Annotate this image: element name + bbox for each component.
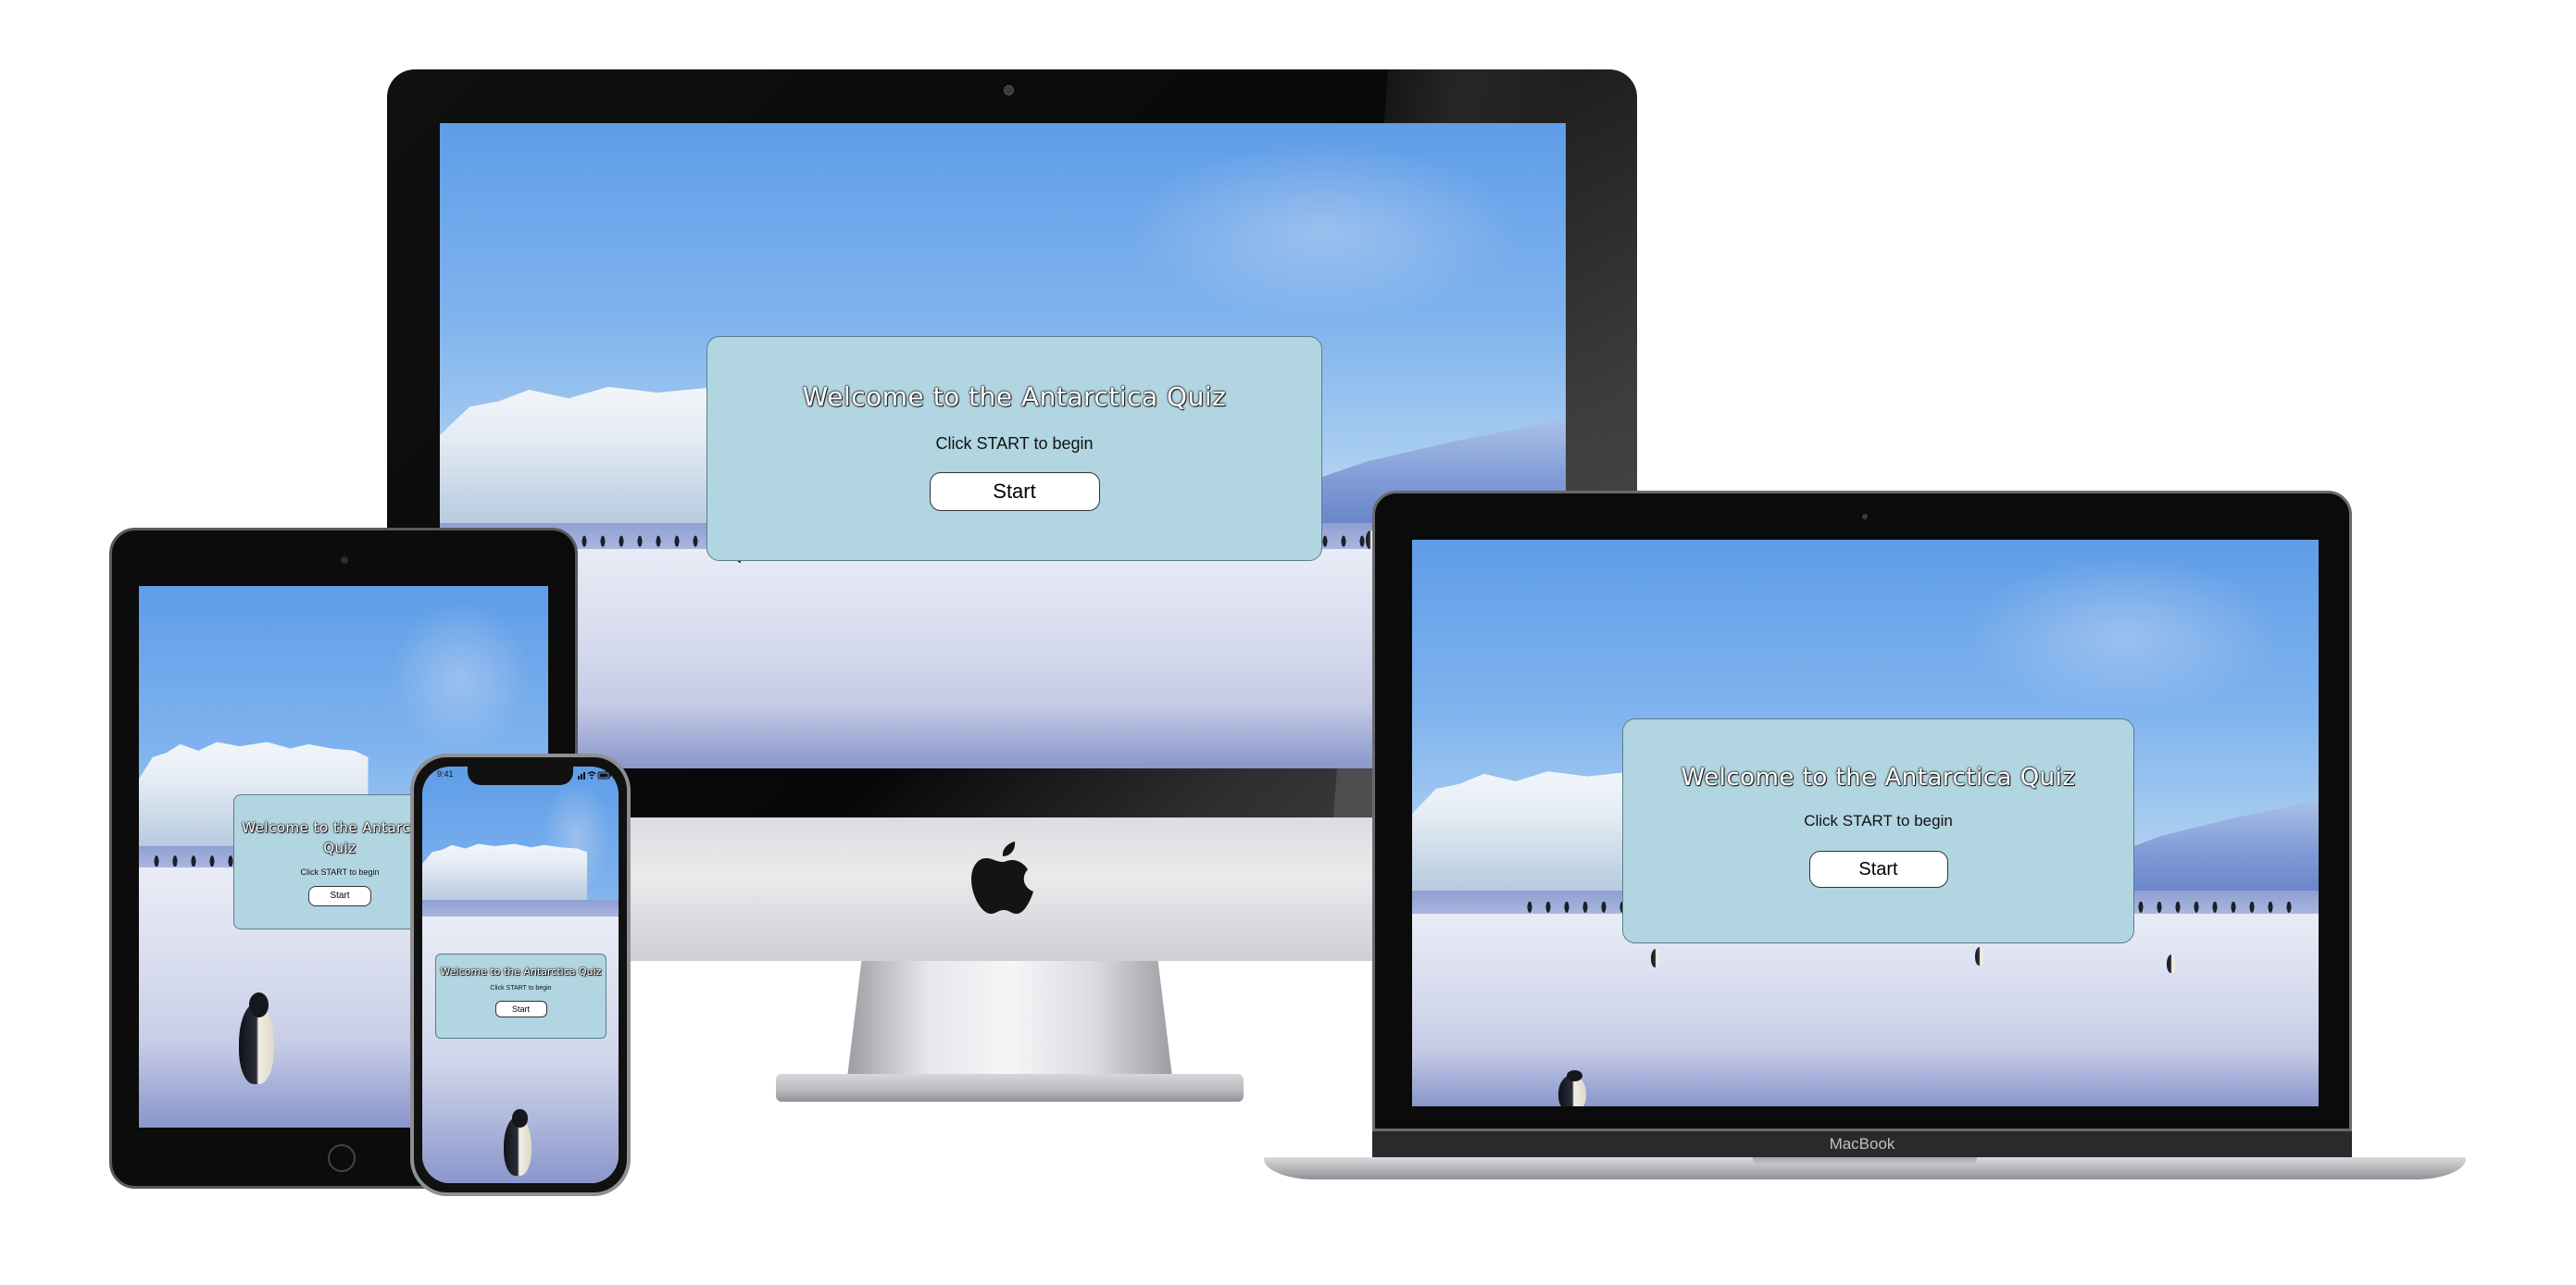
quiz-subtitle: Click START to begin [1804,812,1953,830]
signal-icon [578,772,585,780]
responsive-device-mockup: Welcome to the Antarctica Quiz Click STA… [0,0,2576,1285]
quiz-title-line1: Welcome to the Antarctica [242,819,438,836]
macbook-notch [1753,1157,1977,1166]
quiz-subtitle: Click START to begin [935,434,1094,453]
imac-camera [1004,85,1014,95]
iphone-status-time: 9:41 [437,769,454,779]
quiz-title-line2: Quiz [323,840,356,856]
quiz-subtitle: Click START to begin [490,985,552,992]
start-button[interactable]: Start [308,886,371,906]
penguin [1651,949,1660,967]
quiz-welcome-card: Welcome to the Antarctica Quiz Click STA… [435,954,606,1039]
status-icons [578,771,611,780]
macbook-label: MacBook [1372,1131,2352,1157]
start-button[interactable]: Start [1808,851,1948,888]
iphone-screen: Welcome to the Antarctica Quiz Click STA… [422,767,619,1183]
quiz-title: Welcome to the Antarctica Quiz [440,966,602,978]
wifi-icon [587,771,596,780]
start-button[interactable]: Start [494,1001,547,1017]
quiz-title: Welcome to the Antarctica Quiz [802,381,1227,412]
penguin [2167,954,2176,973]
apple-logo-icon [971,842,1033,914]
macbook-screen: Welcome to the Antarctica Quiz Click STA… [1412,540,2319,1106]
quiz-welcome-card: Welcome to the Antarctica Quiz Click STA… [707,336,1322,561]
quiz-title: Welcome to the Antarctica Quiz [1681,764,2076,792]
penguin [504,1109,531,1176]
start-button[interactable]: Start [929,472,1100,511]
penguin [1558,1070,1586,1106]
iphone-notch [468,767,573,785]
macbook-camera [1862,514,1868,519]
quiz-welcome-card: Welcome to the Antarctica Quiz Click STA… [1622,718,2134,943]
penguin [239,992,274,1084]
imac-stand-foot [776,1074,1244,1102]
battery-icon [597,771,611,780]
penguin [1975,947,1984,966]
ipad-home-button [328,1144,356,1172]
ipad-camera [341,556,348,564]
iceberg [422,843,588,900]
imac-stand [845,958,1174,1092]
